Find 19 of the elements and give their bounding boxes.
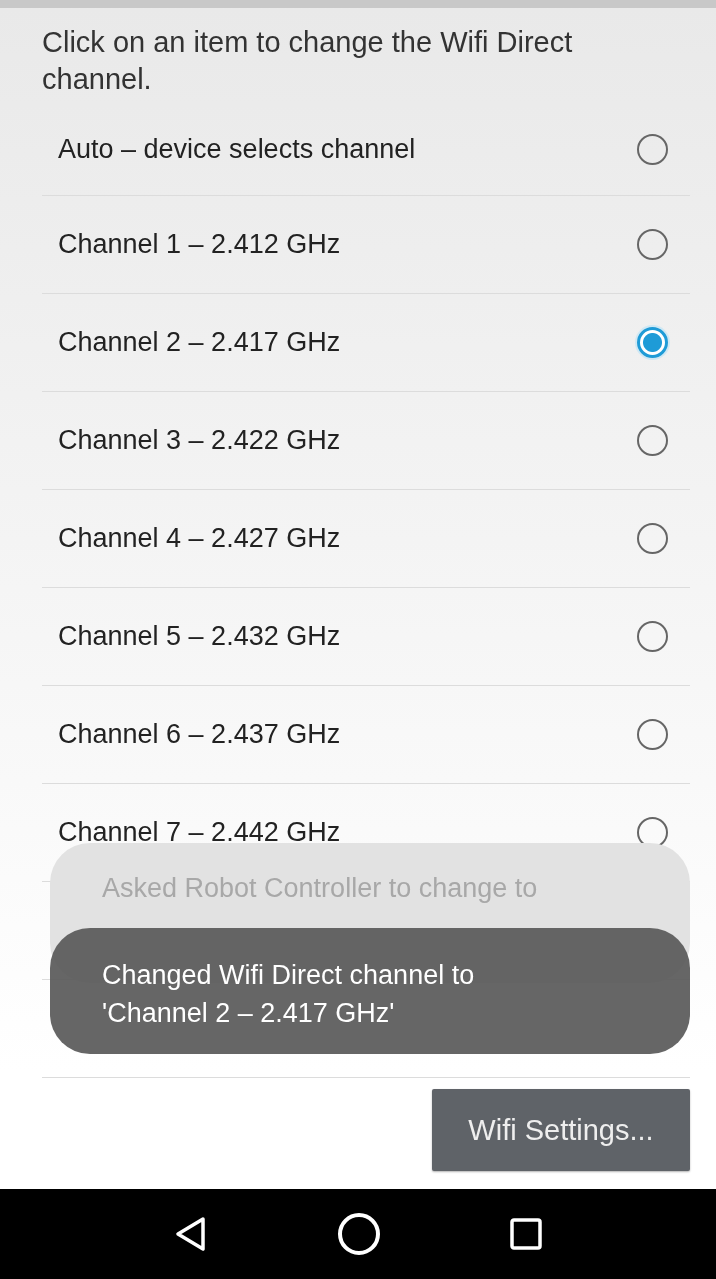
radio-button[interactable] (637, 425, 668, 456)
recents-icon[interactable] (509, 1218, 542, 1250)
radio-button[interactable] (637, 229, 668, 260)
radio-button[interactable] (637, 133, 668, 165)
channel-option[interactable]: Channel 5 – 2.432 GHz (42, 588, 690, 686)
message-toast: Changed Wifi Direct channel to 'Channel 2 – 2.417 GHz' (50, 928, 690, 1054)
home-icon[interactable] (337, 1212, 381, 1256)
radio-button[interactable] (637, 719, 668, 750)
channel-option[interactable]: Channel 3 – 2.422 GHz (42, 392, 690, 490)
channel-option[interactable]: Channel 1 – 2.412 GHz (42, 196, 690, 294)
channel-option[interactable]: Channel 6 – 2.437 GHz (42, 686, 690, 784)
wifi-settings-button[interactable]: Wifi Settings... (432, 1089, 690, 1171)
radio-button[interactable] (637, 327, 668, 358)
channel-option[interactable]: Channel 4 – 2.427 GHz (42, 490, 690, 588)
channel-option[interactable]: Channel 2 – 2.417 GHz (42, 294, 690, 392)
radio-button[interactable] (637, 523, 668, 554)
instruction-text: Click on an item to change the Wifi Direct channel. (42, 25, 574, 97)
channel-option[interactable]: Auto – device selects channel (42, 103, 690, 196)
radio-button[interactable] (637, 621, 668, 652)
